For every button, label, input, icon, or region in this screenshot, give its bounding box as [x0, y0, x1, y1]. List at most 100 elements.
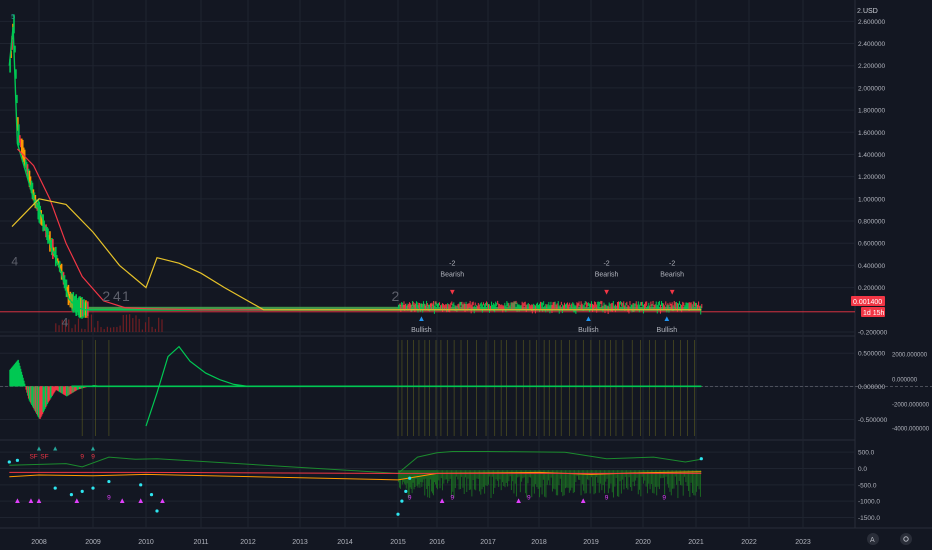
candle — [475, 304, 477, 310]
candle — [529, 305, 531, 310]
lower-histogram-bar — [682, 470, 684, 496]
lower-histogram-bar — [428, 470, 430, 487]
lower-tick-label: 500.0 — [858, 450, 875, 457]
candle — [514, 301, 516, 309]
volume-bar — [129, 314, 131, 332]
auto-scale-icon[interactable]: A — [867, 533, 879, 545]
time-tick-label: 2022 — [741, 539, 757, 546]
top-partial-tick: 2. — [857, 8, 863, 15]
lower-histogram-bar — [632, 470, 634, 482]
candle — [531, 304, 533, 314]
candle — [581, 303, 583, 310]
candle — [452, 303, 454, 309]
lower-histogram-bar — [438, 470, 440, 481]
lower-histogram-bar — [424, 470, 426, 496]
trading-chart[interactable]: 5442 4 1 2-2Bearish-2Bearish-2BearishBullis… — [0, 0, 932, 550]
candle — [515, 300, 517, 304]
candle — [510, 302, 512, 307]
lower-histogram-bar — [557, 470, 559, 496]
lower-histogram-bar — [662, 470, 664, 478]
candle — [674, 302, 676, 310]
oscillator-tick-label: -0.500000 — [858, 417, 888, 424]
candle — [613, 305, 615, 309]
time-tick-label: 2008 — [31, 539, 47, 546]
candle — [691, 304, 693, 308]
volume-bar — [135, 315, 137, 332]
candle — [488, 304, 489, 310]
bar-countdown: 1d 15h — [863, 310, 885, 317]
candle — [495, 301, 497, 310]
candle — [517, 304, 519, 308]
candle — [645, 301, 647, 308]
lower-signal-label: 9 — [450, 495, 454, 502]
candle — [439, 302, 441, 306]
candle — [630, 304, 632, 308]
candle — [467, 303, 469, 309]
candle — [565, 304, 566, 308]
candle — [546, 304, 548, 309]
candle — [556, 303, 558, 309]
cyan-signal-dot — [396, 512, 400, 516]
candle — [648, 302, 650, 311]
lower-histogram-bar — [444, 470, 446, 480]
candle — [694, 302, 696, 307]
last-price-value: 0.001400 — [853, 299, 882, 306]
green-triangle-marker: ▲ — [36, 446, 43, 453]
volume-bar — [97, 320, 99, 332]
cyan-signal-dot — [53, 486, 57, 490]
lower-histogram-bar — [427, 470, 429, 498]
volume-bar — [132, 318, 134, 332]
lower-histogram-bar — [488, 470, 489, 485]
candle — [627, 305, 629, 312]
candle — [445, 304, 447, 308]
time-tick-label: 2013 — [292, 539, 308, 546]
candle — [451, 301, 453, 306]
candle — [675, 301, 677, 308]
price-tick-label: 1.600000 — [858, 130, 885, 137]
price-tick-label: 1.000000 — [858, 196, 885, 203]
lower-histogram-bar — [636, 470, 638, 478]
candle — [685, 302, 687, 310]
candle — [602, 305, 604, 313]
candle — [578, 301, 580, 306]
lower-histogram-bar — [447, 470, 449, 484]
volume-bar — [138, 318, 140, 332]
magenta-triangle-marker: ▲ — [137, 496, 145, 505]
lower-signal-label: 9 — [662, 495, 666, 502]
signal-arrow: ▼ — [603, 287, 611, 296]
lower-histogram-bar — [656, 470, 658, 496]
candle — [608, 302, 610, 307]
time-tick-label: 2018 — [531, 539, 547, 546]
candle — [479, 303, 481, 307]
candle — [601, 301, 603, 309]
candle — [460, 301, 462, 306]
candle — [598, 301, 600, 310]
candle — [456, 305, 458, 312]
candle — [503, 305, 505, 310]
candle — [509, 305, 511, 310]
lower-histogram-bar — [592, 470, 594, 487]
candle — [520, 305, 522, 309]
volume-bar — [106, 326, 108, 332]
price-tick-label: 1.800000 — [858, 108, 885, 115]
settings-icon[interactable] — [900, 533, 912, 545]
magenta-triangle-marker: ▲ — [73, 496, 81, 505]
candle — [584, 301, 586, 305]
volume-bar — [94, 327, 96, 332]
candle — [502, 305, 504, 313]
candle — [474, 302, 476, 306]
candle — [588, 303, 590, 313]
candle — [512, 302, 514, 309]
time-tick-label: 2016 — [429, 539, 445, 546]
candle — [453, 302, 455, 307]
candle — [654, 304, 656, 308]
candle — [679, 301, 681, 305]
candle — [667, 303, 669, 310]
lower-histogram-bar — [571, 470, 573, 488]
candle — [585, 301, 587, 309]
cyan-signal-dot — [699, 457, 703, 461]
candle — [640, 301, 642, 306]
lower-histogram-bar — [559, 470, 561, 479]
candle — [696, 302, 697, 308]
price-tick-label: 0.600000 — [858, 241, 885, 248]
